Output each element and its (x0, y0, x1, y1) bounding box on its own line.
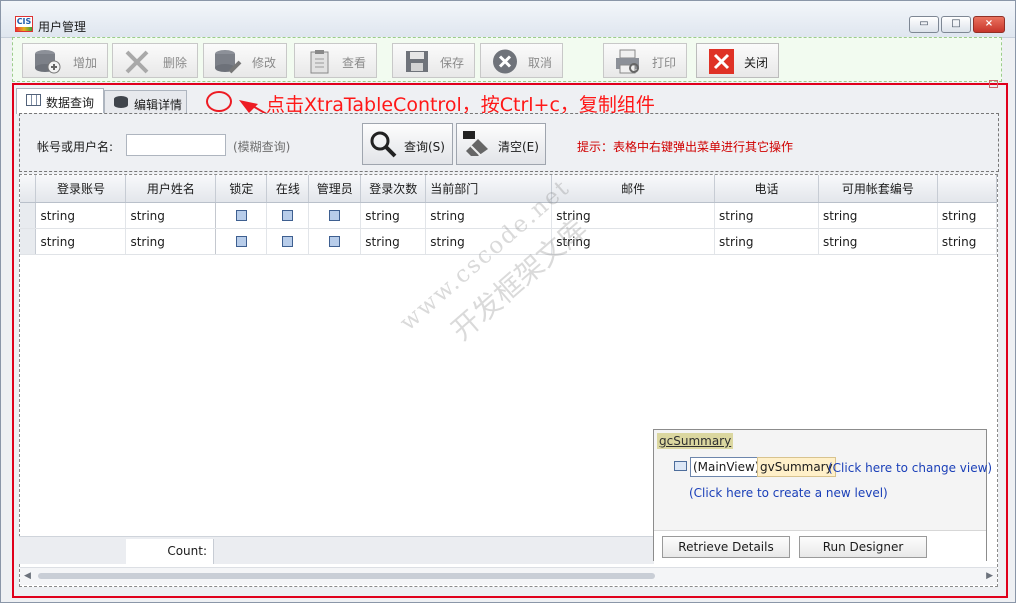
cell-account-set-code[interactable]: string (818, 228, 938, 255)
account-or-username-input[interactable] (126, 134, 226, 156)
clipboard-view-icon (310, 50, 329, 74)
maximize-button[interactable]: □ (941, 16, 971, 33)
cell-login-count[interactable]: string (360, 202, 427, 229)
header-indicator (20, 175, 37, 203)
column-header-user-name[interactable]: 用户姓名 (125, 175, 217, 203)
cell-phone[interactable]: string (714, 202, 819, 229)
annotation-circle (206, 91, 232, 112)
designer-buttons-bar: Retrieve Details Run Designer (654, 530, 986, 561)
cell-account-set-code[interactable]: string (818, 202, 938, 229)
tab-data-query[interactable]: 数据查询 (16, 88, 104, 114)
locked-checkbox[interactable] (235, 210, 247, 221)
scroll-right-icon[interactable]: ▶ (986, 571, 993, 581)
cell-locked[interactable] (215, 202, 268, 229)
close-button[interactable]: 关闭 (696, 43, 779, 78)
cancel-button[interactable]: 取消 (480, 43, 563, 78)
cell-extra[interactable]: string (937, 228, 997, 255)
view-button[interactable]: 查看 (294, 43, 377, 78)
edit-button[interactable]: 修改 (203, 43, 287, 78)
title-bar[interactable]: CIS 用户管理 ▭ □ × (1, 1, 1015, 38)
close-red-icon (709, 49, 734, 74)
cell-admin[interactable] (308, 202, 362, 229)
cell-online[interactable] (266, 202, 310, 229)
admin-checkbox[interactable] (329, 236, 341, 247)
eraser-icon (463, 131, 488, 157)
cell-user-name[interactable]: string (125, 228, 217, 255)
window-controls: ▭ □ × (909, 16, 1005, 33)
grid-footer (19, 536, 654, 564)
query-button[interactable]: 查询(S) (362, 123, 453, 165)
save-button[interactable]: 保存 (392, 43, 475, 78)
run-designer-button[interactable]: Run Designer (799, 536, 927, 558)
account-or-username-label: 帐号或用户名: (37, 140, 114, 154)
database-icon (114, 96, 128, 108)
column-header-phone[interactable]: 电话 (714, 175, 819, 203)
cell-phone[interactable]: string (714, 228, 819, 255)
window-title: 用户管理 (38, 20, 87, 34)
gvsummary-view-label[interactable]: gvSummary (757, 457, 836, 477)
fuzzy-query-hint: (模糊查询) (233, 140, 291, 154)
row-indicator[interactable] (20, 202, 37, 229)
admin-checkbox[interactable] (329, 210, 341, 221)
x-delete-icon (125, 50, 149, 74)
table-icon (26, 94, 41, 106)
scroll-thumb[interactable] (38, 573, 655, 579)
cell-login-account[interactable]: string (35, 228, 127, 255)
toolbar: 增加 删除 修改 查看 保存 取消 打印 关闭 (12, 37, 1002, 82)
main-view-label: (MainView) (690, 457, 763, 477)
print-button[interactable]: 打印 (603, 43, 687, 78)
row-indicator[interactable] (20, 228, 37, 255)
cell-locked[interactable] (215, 228, 268, 255)
context-menu-tip: 提示：表格中右键弹出菜单进行其它操作 (577, 140, 794, 154)
count-summary: Count: (126, 539, 214, 564)
cell-admin[interactable] (308, 228, 362, 255)
column-header-login-account[interactable]: 登录账号 (35, 175, 127, 203)
view-icon (674, 461, 687, 471)
minimize-button[interactable]: ▭ (909, 16, 939, 33)
tab-edit-details[interactable]: 编辑详情 (104, 90, 187, 113)
search-icon (370, 131, 397, 158)
add-button[interactable]: 增加 (22, 43, 108, 78)
online-checkbox[interactable] (282, 236, 294, 247)
database-edit-icon (215, 50, 242, 74)
column-header-admin[interactable]: 管理员 (308, 175, 362, 203)
cell-extra[interactable]: string (937, 202, 997, 229)
delete-button[interactable]: 删除 (112, 43, 198, 78)
cell-login-count[interactable]: string (360, 228, 427, 255)
gcsummary-label[interactable]: gcSummary (657, 433, 734, 449)
printer-icon (616, 49, 639, 74)
main-window: CIS 用户管理 ▭ □ × 增加 删除 修改 查看 保存 取消 打印 关闭 数… (0, 0, 1016, 603)
frame-corner-marker (989, 80, 998, 88)
column-header-available-account-set-code[interactable]: 可用帐套编号 (818, 175, 938, 203)
close-window-button[interactable]: × (973, 16, 1005, 33)
scroll-left-icon[interactable]: ◀ (24, 571, 31, 581)
column-header-online[interactable]: 在线 (266, 175, 310, 203)
tab-strip: 数据查询 编辑详情 (16, 88, 187, 114)
cell-online[interactable] (266, 228, 310, 255)
create-new-level-link[interactable]: (Click here to create a new level) (689, 486, 888, 500)
online-checkbox[interactable] (282, 210, 294, 221)
cancel-circle-icon (493, 49, 517, 74)
database-add-icon (35, 50, 61, 74)
column-header-extra[interactable] (937, 175, 997, 203)
locked-checkbox[interactable] (235, 236, 247, 247)
retrieve-details-button[interactable]: Retrieve Details (662, 536, 790, 558)
horizontal-scrollbar[interactable]: ◀ ▶ (20, 567, 997, 585)
cell-login-account[interactable]: string (35, 202, 127, 229)
column-header-locked[interactable]: 锁定 (215, 175, 268, 203)
grid-level-designer: gcSummary (MainView) gvSummary (Click he… (653, 429, 992, 561)
floppy-save-icon (406, 51, 428, 72)
app-logo-icon: CIS (15, 16, 33, 32)
clear-button[interactable]: 清空(E) (456, 123, 546, 165)
column-header-login-count[interactable]: 登录次数 (360, 175, 427, 203)
cell-user-name[interactable]: string (125, 202, 217, 229)
change-view-link[interactable]: (Click here to change view) (828, 461, 992, 475)
